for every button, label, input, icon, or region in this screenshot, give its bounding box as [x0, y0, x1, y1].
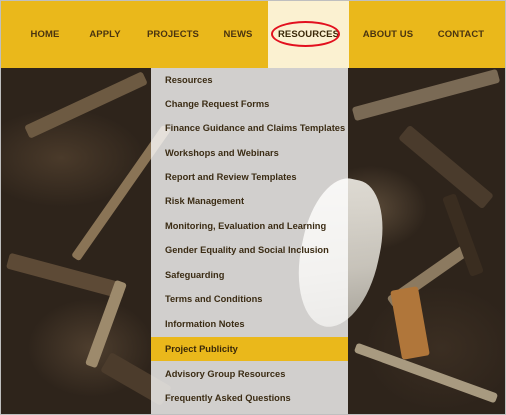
- menu-item-gender-equality[interactable]: Gender Equality and Social Inclusion: [151, 238, 348, 262]
- nav-home[interactable]: HOME: [23, 1, 67, 68]
- menu-item-project-publicity[interactable]: Project Publicity: [151, 337, 348, 361]
- nav-contact[interactable]: CONTACT: [433, 1, 489, 68]
- nav-about-us[interactable]: ABOUT US: [360, 1, 416, 68]
- resources-dropdown-menu: Resources Change Request Forms Finance G…: [151, 68, 348, 414]
- menu-item-workshops-webinars[interactable]: Workshops and Webinars: [151, 141, 348, 165]
- nav-resources[interactable]: RESOURCES: [268, 1, 349, 68]
- nav-apply[interactable]: APPLY: [83, 1, 127, 68]
- menu-item-information-notes[interactable]: Information Notes: [151, 312, 348, 336]
- menu-item-risk-management[interactable]: Risk Management: [151, 189, 348, 213]
- menu-item-advisory-group[interactable]: Advisory Group Resources: [151, 362, 348, 386]
- menu-item-resources[interactable]: Resources: [151, 68, 348, 92]
- menu-item-terms-conditions[interactable]: Terms and Conditions: [151, 287, 348, 311]
- menu-item-finance-guidance[interactable]: Finance Guidance and Claims Templates: [151, 116, 348, 140]
- nav-news[interactable]: NEWS: [217, 1, 259, 68]
- nav-projects[interactable]: PROJECTS: [145, 1, 201, 68]
- main-navigation: HOME APPLY PROJECTS NEWS RESOURCES ABOUT…: [1, 1, 505, 68]
- menu-item-safeguarding[interactable]: Safeguarding: [151, 263, 348, 287]
- browser-frame: HOME APPLY PROJECTS NEWS RESOURCES ABOUT…: [0, 0, 506, 415]
- menu-item-monitoring-evaluation[interactable]: Monitoring, Evaluation and Learning: [151, 214, 348, 238]
- menu-item-faq[interactable]: Frequently Asked Questions: [151, 386, 348, 410]
- menu-item-report-review-templates[interactable]: Report and Review Templates: [151, 165, 348, 189]
- menu-item-change-request-forms[interactable]: Change Request Forms: [151, 92, 348, 116]
